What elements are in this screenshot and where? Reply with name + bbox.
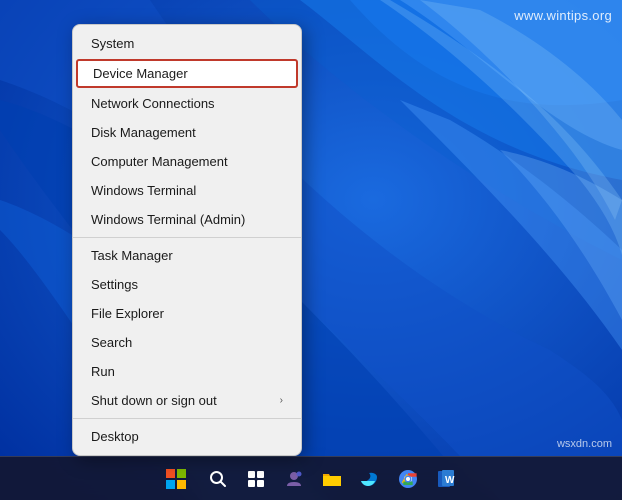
menu-item-label-search: Search xyxy=(91,335,132,350)
taskview-button[interactable] xyxy=(240,463,272,495)
menu-item-system[interactable]: System xyxy=(73,29,301,58)
menu-item-shut-down[interactable]: Shut down or sign out › xyxy=(73,386,301,415)
menu-item-search[interactable]: Search xyxy=(73,328,301,357)
menu-item-run[interactable]: Run xyxy=(73,357,301,386)
menu-item-label-computer-management: Computer Management xyxy=(91,154,228,169)
menu-item-label-run: Run xyxy=(91,364,115,379)
menu-item-desktop[interactable]: Desktop xyxy=(73,422,301,451)
menu-item-windows-terminal-admin[interactable]: Windows Terminal (Admin) xyxy=(73,205,301,234)
menu-item-label-file-explorer: File Explorer xyxy=(91,306,164,321)
menu-item-label-device-manager: Device Manager xyxy=(93,66,188,81)
watermark: www.wintips.org xyxy=(514,8,612,23)
menu-arrow-shut-down: › xyxy=(280,395,283,406)
edge-button[interactable] xyxy=(354,463,386,495)
menu-item-label-network-connections: Network Connections xyxy=(91,96,215,111)
menu-item-file-explorer[interactable]: File Explorer xyxy=(73,299,301,328)
svg-text:W: W xyxy=(445,475,455,486)
menu-item-label-windows-terminal: Windows Terminal xyxy=(91,183,196,198)
word-button[interactable]: W xyxy=(430,463,462,495)
menu-item-label-windows-terminal-admin: Windows Terminal (Admin) xyxy=(91,212,245,227)
watermark-bottom: wsxdn.com xyxy=(557,438,612,450)
menu-item-network-connections[interactable]: Network Connections xyxy=(73,89,301,118)
menu-item-windows-terminal[interactable]: Windows Terminal xyxy=(73,176,301,205)
menu-item-label-system: System xyxy=(91,36,134,51)
menu-divider-7 xyxy=(73,237,301,238)
search-taskbar-button[interactable] xyxy=(202,463,234,495)
menu-item-label-settings: Settings xyxy=(91,277,138,292)
menu-item-task-manager[interactable]: Task Manager xyxy=(73,241,301,270)
start-button[interactable] xyxy=(160,463,192,495)
taskbar: W xyxy=(0,456,622,500)
explorer-button[interactable] xyxy=(316,463,348,495)
menu-item-disk-management[interactable]: Disk Management xyxy=(73,118,301,147)
menu-item-label-shut-down: Shut down or sign out xyxy=(91,393,217,408)
menu-item-label-desktop: Desktop xyxy=(91,429,139,444)
menu-item-settings[interactable]: Settings xyxy=(73,270,301,299)
menu-item-label-disk-management: Disk Management xyxy=(91,125,196,140)
chrome-button[interactable] xyxy=(392,463,424,495)
menu-divider-before-desktop xyxy=(73,418,301,419)
context-menu: System Device Manager Network Connections D… xyxy=(72,24,302,456)
teams-button[interactable] xyxy=(278,463,310,495)
menu-item-label-task-manager: Task Manager xyxy=(91,248,173,263)
desktop: www.wintips.org wsxdn.com System Device M… xyxy=(0,0,622,500)
menu-item-computer-management[interactable]: Computer Management xyxy=(73,147,301,176)
menu-item-device-manager[interactable]: Device Manager xyxy=(76,59,298,88)
